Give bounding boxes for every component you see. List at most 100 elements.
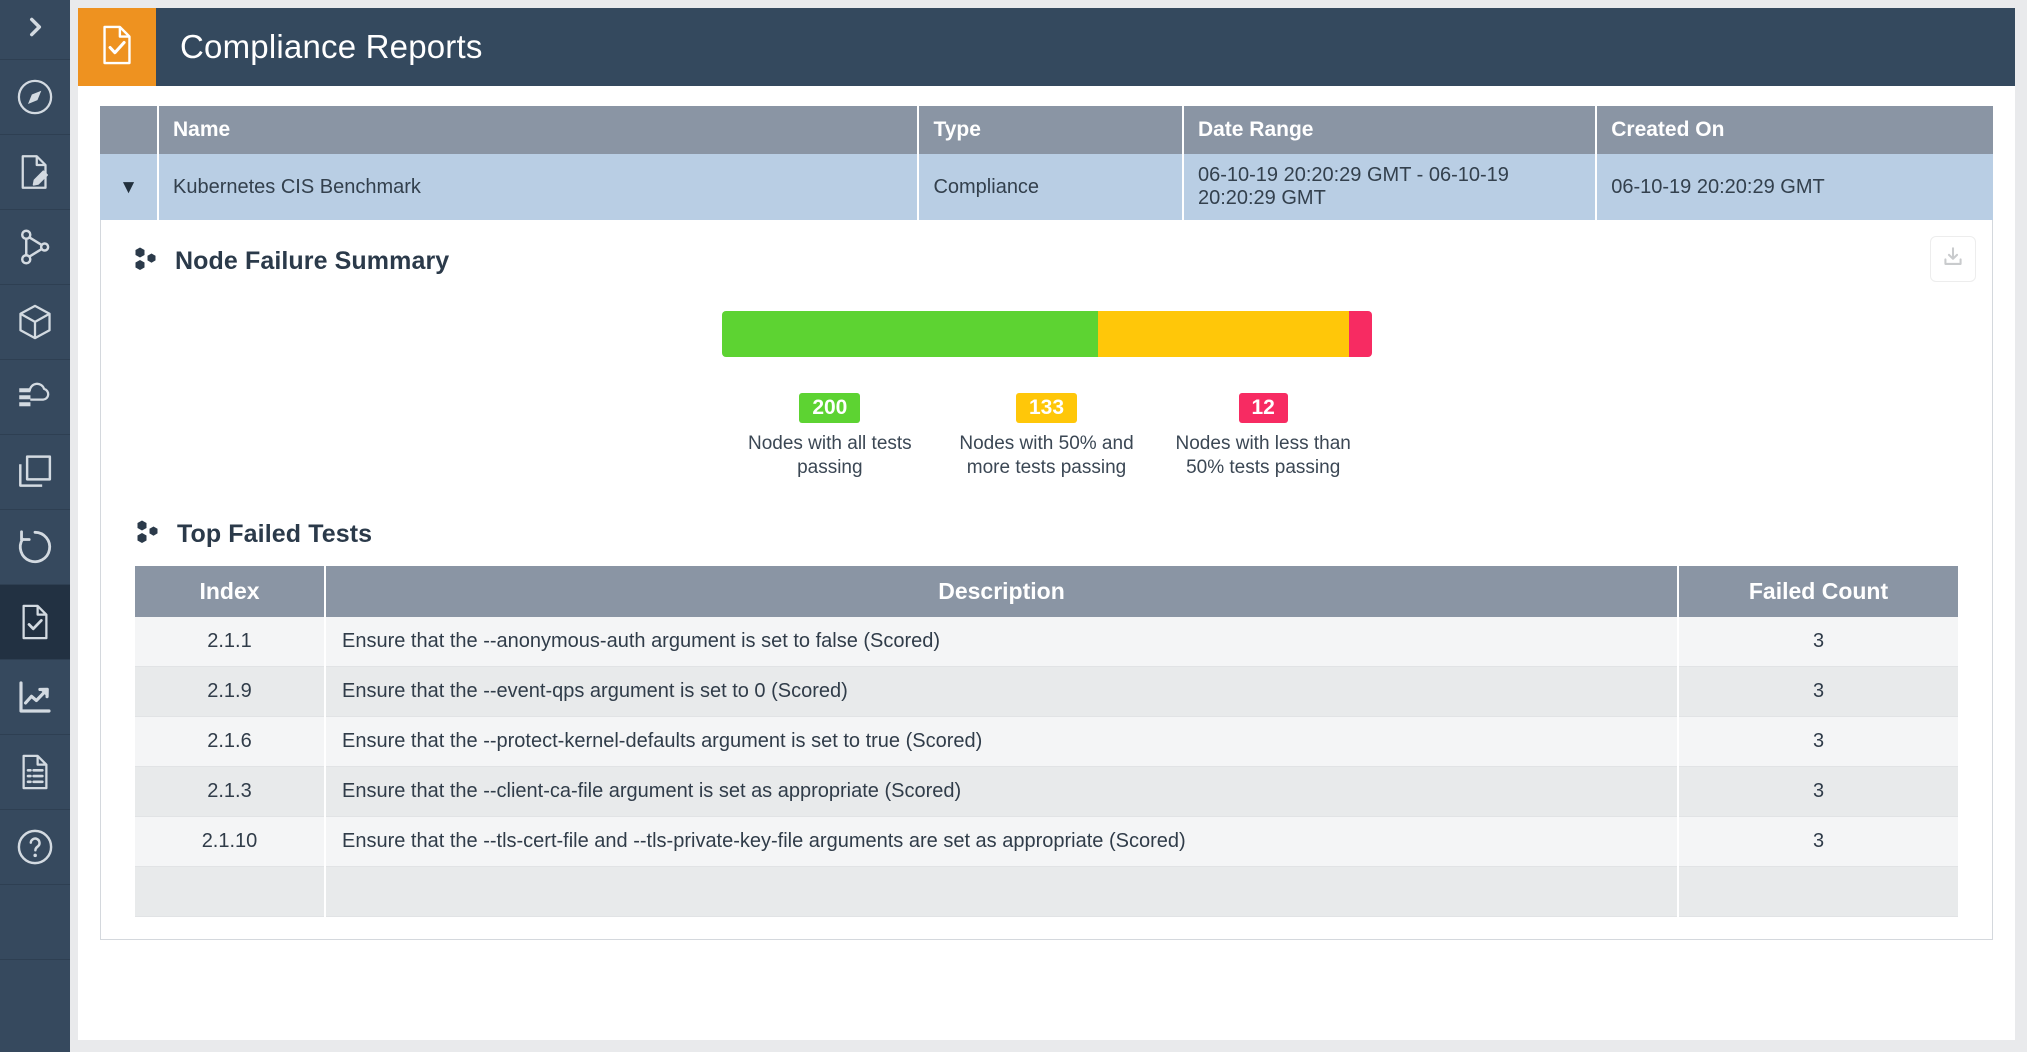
compass-icon xyxy=(14,76,56,118)
chart-legend: 200 Nodes with all tests passing 133 Nod… xyxy=(722,393,1372,481)
legend-item-half-or-more-passing: 133 Nodes with 50% and more tests passin… xyxy=(938,393,1155,481)
bar-segment-half-or-more-passing[interactable] xyxy=(1098,311,1349,357)
table-row xyxy=(135,867,1958,917)
topology-icon xyxy=(14,226,56,268)
cell-index: 2.1.6 xyxy=(135,717,325,767)
cube-icon xyxy=(14,301,56,343)
sidebar-item-topology[interactable] xyxy=(0,210,70,285)
table-row[interactable]: 2.1.6 Ensure that the --protect-kernel-d… xyxy=(135,717,1958,767)
help-circle-icon xyxy=(14,826,56,868)
stacked-bar xyxy=(722,311,1372,357)
cell-description xyxy=(325,867,1678,917)
legend-label-half-or-more-passing: Nodes with 50% and more tests passing xyxy=(938,432,1155,481)
cell-index: 2.1.9 xyxy=(135,667,325,717)
cell-description: Ensure that the --client-ca-file argumen… xyxy=(325,767,1678,817)
cell-description: Ensure that the --event-qps argument is … xyxy=(325,667,1678,717)
cell-description: Ensure that the --anonymous-auth argumen… xyxy=(325,617,1678,667)
reports-table: Name Type Date Range Created On ▼ Kubern… xyxy=(100,106,1993,220)
cell-index xyxy=(135,867,325,917)
cell-index: 2.1.10 xyxy=(135,817,325,867)
document-check-icon xyxy=(14,601,56,643)
cell-failed-count: 3 xyxy=(1678,767,1958,817)
app-root: Compliance Reports Name Type Date Range … xyxy=(0,0,2027,1052)
column-header-name[interactable]: Name xyxy=(158,106,918,154)
section-title-node-failure-summary: Node Failure Summary xyxy=(175,247,449,276)
column-header-expander[interactable] xyxy=(100,106,158,154)
cell-failed-count: 3 xyxy=(1678,667,1958,717)
page-body: Name Type Date Range Created On ▼ Kubern… xyxy=(78,86,2015,1040)
top-failed-tests-table: Index Description Failed Count 2.1.1 Ens… xyxy=(135,566,1958,918)
column-header-failed-count[interactable]: Failed Count xyxy=(1678,566,1958,617)
cell-type: Compliance xyxy=(918,154,1183,220)
copy-layers-icon xyxy=(14,451,56,493)
tests-header-row: Index Description Failed Count xyxy=(135,566,1958,617)
column-header-created-on[interactable]: Created On xyxy=(1596,106,1993,154)
cell-description: Ensure that the --protect-kernel-default… xyxy=(325,717,1678,767)
chevron-right-icon xyxy=(22,14,48,45)
cell-index: 2.1.1 xyxy=(135,617,325,667)
table-row[interactable]: 2.1.9 Ensure that the --event-qps argume… xyxy=(135,667,1958,717)
legend-badge-half-or-more-passing: 133 xyxy=(1016,393,1077,423)
table-row[interactable]: 2.1.1 Ensure that the --anonymous-auth a… xyxy=(135,617,1958,667)
sidebar-item-policies[interactable] xyxy=(0,135,70,210)
row-expander-toggle[interactable]: ▼ xyxy=(100,154,158,220)
cell-failed-count: 3 xyxy=(1678,717,1958,767)
reports-header-row: Name Type Date Range Created On xyxy=(100,106,1993,154)
reports-table-body: ▼ Kubernetes CIS Benchmark Compliance 06… xyxy=(100,154,1993,220)
download-report-button[interactable] xyxy=(1930,236,1976,282)
sidebar-item-spacer xyxy=(0,885,70,960)
sidebar-item-layers[interactable] xyxy=(0,435,70,510)
sidebar-item-explore[interactable] xyxy=(0,60,70,135)
cell-failed-count: 3 xyxy=(1678,617,1958,667)
sidebar-item-audit-log[interactable] xyxy=(0,735,70,810)
column-header-description[interactable]: Description xyxy=(325,566,1678,617)
legend-item-all-passing: 200 Nodes with all tests passing xyxy=(722,393,939,481)
primary-sidebar xyxy=(0,0,70,1052)
chart-trend-icon xyxy=(14,676,56,718)
column-header-date-range[interactable]: Date Range xyxy=(1183,106,1596,154)
report-detail-panel: Node Failure Summary 200 Nodes wit xyxy=(100,220,1993,940)
top-failed-tests-header: Top Failed Tests xyxy=(135,519,1958,550)
sidebar-expand-toggle[interactable] xyxy=(0,0,70,60)
cell-name: Kubernetes CIS Benchmark xyxy=(158,154,918,220)
sidebar-item-compliance-reports[interactable] xyxy=(0,585,70,660)
sidebar-item-help[interactable] xyxy=(0,810,70,885)
checklist-document-icon xyxy=(14,751,56,793)
legend-item-less-than-half-passing: 12 Nodes with less than 50% tests passin… xyxy=(1155,393,1372,481)
sidebar-item-scans[interactable] xyxy=(0,510,70,585)
cell-failed-count xyxy=(1678,867,1958,917)
download-icon xyxy=(1940,244,1966,275)
cluster-nodes-icon xyxy=(133,246,161,277)
column-header-type[interactable]: Type xyxy=(918,106,1183,154)
node-failure-chart: 200 Nodes with all tests passing 133 Nod… xyxy=(722,311,1372,481)
section-title-top-failed-tests: Top Failed Tests xyxy=(177,520,372,549)
page-title: Compliance Reports xyxy=(180,28,483,66)
table-row[interactable]: 2.1.3 Ensure that the --client-ca-file a… xyxy=(135,767,1958,817)
document-check-icon xyxy=(94,22,140,73)
cell-date-range: 06-10-19 20:20:29 GMT - 06-10-19 20:20:2… xyxy=(1183,154,1596,220)
sidebar-item-assets[interactable] xyxy=(0,285,70,360)
legend-badge-all-passing: 200 xyxy=(799,393,860,423)
main-region: Compliance Reports Name Type Date Range … xyxy=(70,0,2027,1052)
reports-table-head: Name Type Date Range Created On xyxy=(100,106,1993,154)
page-header: Compliance Reports xyxy=(78,8,2015,86)
sidebar-item-cloud[interactable] xyxy=(0,360,70,435)
legend-badge-less-than-half-passing: 12 xyxy=(1239,393,1288,423)
tests-table-head: Index Description Failed Count xyxy=(135,566,1958,617)
legend-label-less-than-half-passing: Nodes with less than 50% tests passing xyxy=(1155,432,1372,481)
bar-segment-all-passing[interactable] xyxy=(722,311,1099,357)
top-failed-tests-section: Top Failed Tests Index Description Faile… xyxy=(121,519,1972,918)
cell-created-on: 06-10-19 20:20:29 GMT xyxy=(1596,154,1993,220)
table-row[interactable]: 2.1.10 Ensure that the --tls-cert-file a… xyxy=(135,817,1958,867)
column-header-index[interactable]: Index xyxy=(135,566,325,617)
cluster-nodes-icon xyxy=(135,519,163,550)
sidebar-item-analytics[interactable] xyxy=(0,660,70,735)
cell-failed-count: 3 xyxy=(1678,817,1958,867)
cell-index: 2.1.3 xyxy=(135,767,325,817)
cloud-stack-icon xyxy=(14,376,56,418)
bar-segment-less-than-half-passing[interactable] xyxy=(1349,311,1372,357)
table-row[interactable]: ▼ Kubernetes CIS Benchmark Compliance 06… xyxy=(100,154,1993,220)
legend-label-all-passing: Nodes with all tests passing xyxy=(722,432,939,481)
document-edit-icon xyxy=(14,151,56,193)
tests-table-body: 2.1.1 Ensure that the --anonymous-auth a… xyxy=(135,617,1958,917)
